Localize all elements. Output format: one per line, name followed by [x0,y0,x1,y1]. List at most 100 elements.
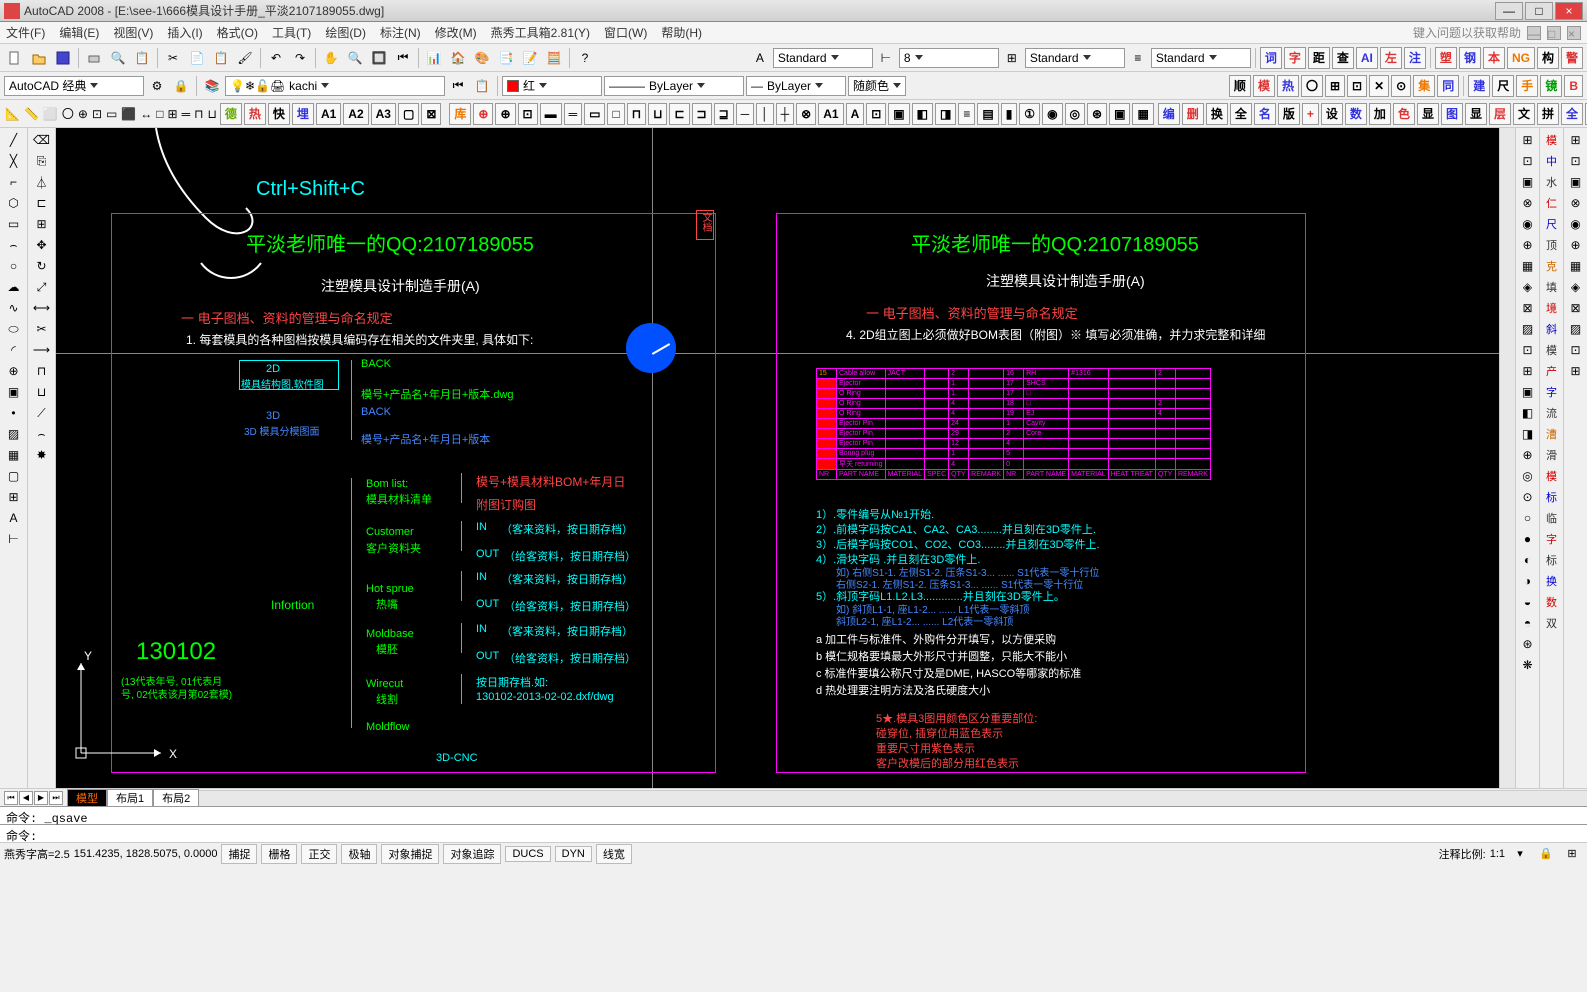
join-icon[interactable]: ⊔ [31,382,53,402]
yx-b2[interactable]: A [846,103,865,125]
yx-mai[interactable]: 埋 [292,103,314,125]
insert-icon[interactable]: ⊕ [3,361,25,381]
zoom-win-icon[interactable]: 🔲 [368,47,390,69]
tab-next-icon[interactable]: ▶ [34,791,48,805]
status-annoscale-icon[interactable]: ▾ [1509,843,1531,865]
rtool-14[interactable]: ◧ [1517,403,1539,423]
rtool-1[interactable]: ⊞ [1517,130,1539,150]
menu-file[interactable]: 文件(F) [6,24,45,41]
pline-icon[interactable]: ⌐ [3,172,25,192]
yx-t16[interactable]: ⊗ [796,103,816,125]
rtool-26[interactable]: ❋ [1517,655,1539,675]
yx-b11[interactable]: ◉ [1042,103,1062,125]
layer-state-icon[interactable]: 📋 [471,75,493,97]
undo-icon[interactable]: ↶ [265,47,287,69]
minimize-button[interactable]: — [1495,2,1523,20]
rt2-13[interactable]: 流 [1541,403,1563,423]
zoom-rt-icon[interactable]: 🔍 [344,47,366,69]
tb-ai[interactable]: AI [1356,47,1378,69]
scale-icon[interactable]: ⤢ [31,277,53,297]
rt3-6[interactable]: ⊕ [1565,235,1587,255]
rtool-3[interactable]: ▣ [1517,172,1539,192]
close-button[interactable]: × [1555,2,1583,20]
tb2-dim[interactable]: 尺 [1492,75,1514,97]
tb3-8[interactable]: 数 [1345,103,1367,125]
new-icon[interactable] [4,47,26,69]
yx-9[interactable]: ↔ [139,103,153,125]
textstyle-icon[interactable]: A [749,47,771,69]
rt2-11[interactable]: 产 [1541,361,1563,381]
rt3-10[interactable]: ▨ [1565,319,1587,339]
region-icon[interactable]: ▢ [3,466,25,486]
rt2-2[interactable]: 水 [1541,172,1563,192]
tb2-10[interactable]: 同 [1437,75,1459,97]
tb2-build[interactable]: 建 [1468,75,1490,97]
trim-icon[interactable]: ✂ [31,319,53,339]
tb3-17[interactable]: 全 [1561,103,1583,125]
tablestyle-icon[interactable]: ⊞ [1001,47,1023,69]
tb2-b[interactable]: B [1564,75,1583,97]
yx-b12[interactable]: ◎ [1065,103,1085,125]
yx-a1[interactable]: A1 [316,103,341,125]
yx-a2[interactable]: A2 [343,103,368,125]
rtool-11[interactable]: ⊡ [1517,340,1539,360]
yx-a4[interactable]: ▢ [398,103,419,125]
yx-t14[interactable]: │ [756,103,774,125]
status-osnap[interactable]: 对象捕捉 [381,844,439,864]
copy-icon[interactable]: 📄 [186,47,208,69]
block-icon[interactable]: ▣ [3,382,25,402]
plotstyle-dropdown[interactable]: 随颜色 [848,76,906,96]
hscrollbar[interactable] [199,790,1587,806]
sheet-icon[interactable]: 📑 [495,47,517,69]
dim-icon[interactable]: ⊢ [3,529,25,549]
calc-icon[interactable]: 🧮 [543,47,565,69]
tb3-1[interactable]: 删 [1182,103,1204,125]
yx-b3[interactable]: ⊡ [866,103,886,125]
rt3-7[interactable]: ▦ [1565,256,1587,276]
menu-insert[interactable]: 插入(I) [167,24,202,41]
yx-7[interactable]: ▭ [105,103,118,125]
rtool-12[interactable]: ⊞ [1517,361,1539,381]
ws-lock-icon[interactable]: 🔒 [170,75,192,97]
rt3-2[interactable]: ⊡ [1565,151,1587,171]
tb-left[interactable]: 左 [1380,47,1402,69]
copy-obj-icon[interactable]: ⎘ [31,151,53,171]
maximize-button[interactable]: □ [1525,2,1553,20]
doc-max-icon[interactable]: □ [1547,26,1561,40]
menu-modify[interactable]: 修改(M) [435,24,477,41]
tb-steel[interactable]: 钢 [1459,47,1481,69]
yx-t7[interactable]: □ [607,103,624,125]
tablestyle-dropdown[interactable]: Standard [1025,48,1125,68]
yx-t3[interactable]: ⊡ [518,103,538,125]
status-ducs[interactable]: DUCS [505,846,550,862]
rtool-13[interactable]: ▣ [1517,382,1539,402]
status-snap[interactable]: 捕捉 [221,844,257,864]
rtool-6[interactable]: ⊕ [1517,235,1539,255]
rt2-1[interactable]: 中 [1541,151,1563,171]
explode-icon[interactable]: ✸ [31,445,53,465]
status-otrack[interactable]: 对象追踪 [443,844,501,864]
rtool-20[interactable]: ● [1517,529,1539,549]
zoom-prev-icon[interactable]: ⏮ [392,47,414,69]
rt2-20[interactable]: 标 [1541,550,1563,570]
yx-ku[interactable]: 库 [449,103,471,125]
rt2-19[interactable]: 字 [1541,529,1563,549]
tb3-9[interactable]: 加 [1369,103,1391,125]
doc-min-icon[interactable]: — [1527,26,1541,40]
tb2-1[interactable]: 顺 [1229,75,1251,97]
yx-b9[interactable]: ▮ [1001,103,1018,125]
markup-icon[interactable]: 📝 [519,47,541,69]
tb-note[interactable]: 注 [1404,47,1426,69]
tab-layout1[interactable]: 布局1 [107,789,153,807]
yx-t5[interactable]: ═ [564,103,583,125]
yx-t1[interactable]: ⊕ [473,103,493,125]
rtool-2[interactable]: ⊡ [1517,151,1539,171]
rt2-12[interactable]: 字 [1541,382,1563,402]
rt3-12[interactable]: ⊞ [1565,361,1587,381]
rect-icon[interactable]: ▭ [3,214,25,234]
erase-icon[interactable]: ⌫ [31,130,53,150]
dimstyle-icon[interactable]: ⊢ [875,47,897,69]
match-icon[interactable]: 🖌 [234,47,256,69]
rtool-8[interactable]: ◈ [1517,277,1539,297]
yx-de[interactable]: 德 [220,103,242,125]
